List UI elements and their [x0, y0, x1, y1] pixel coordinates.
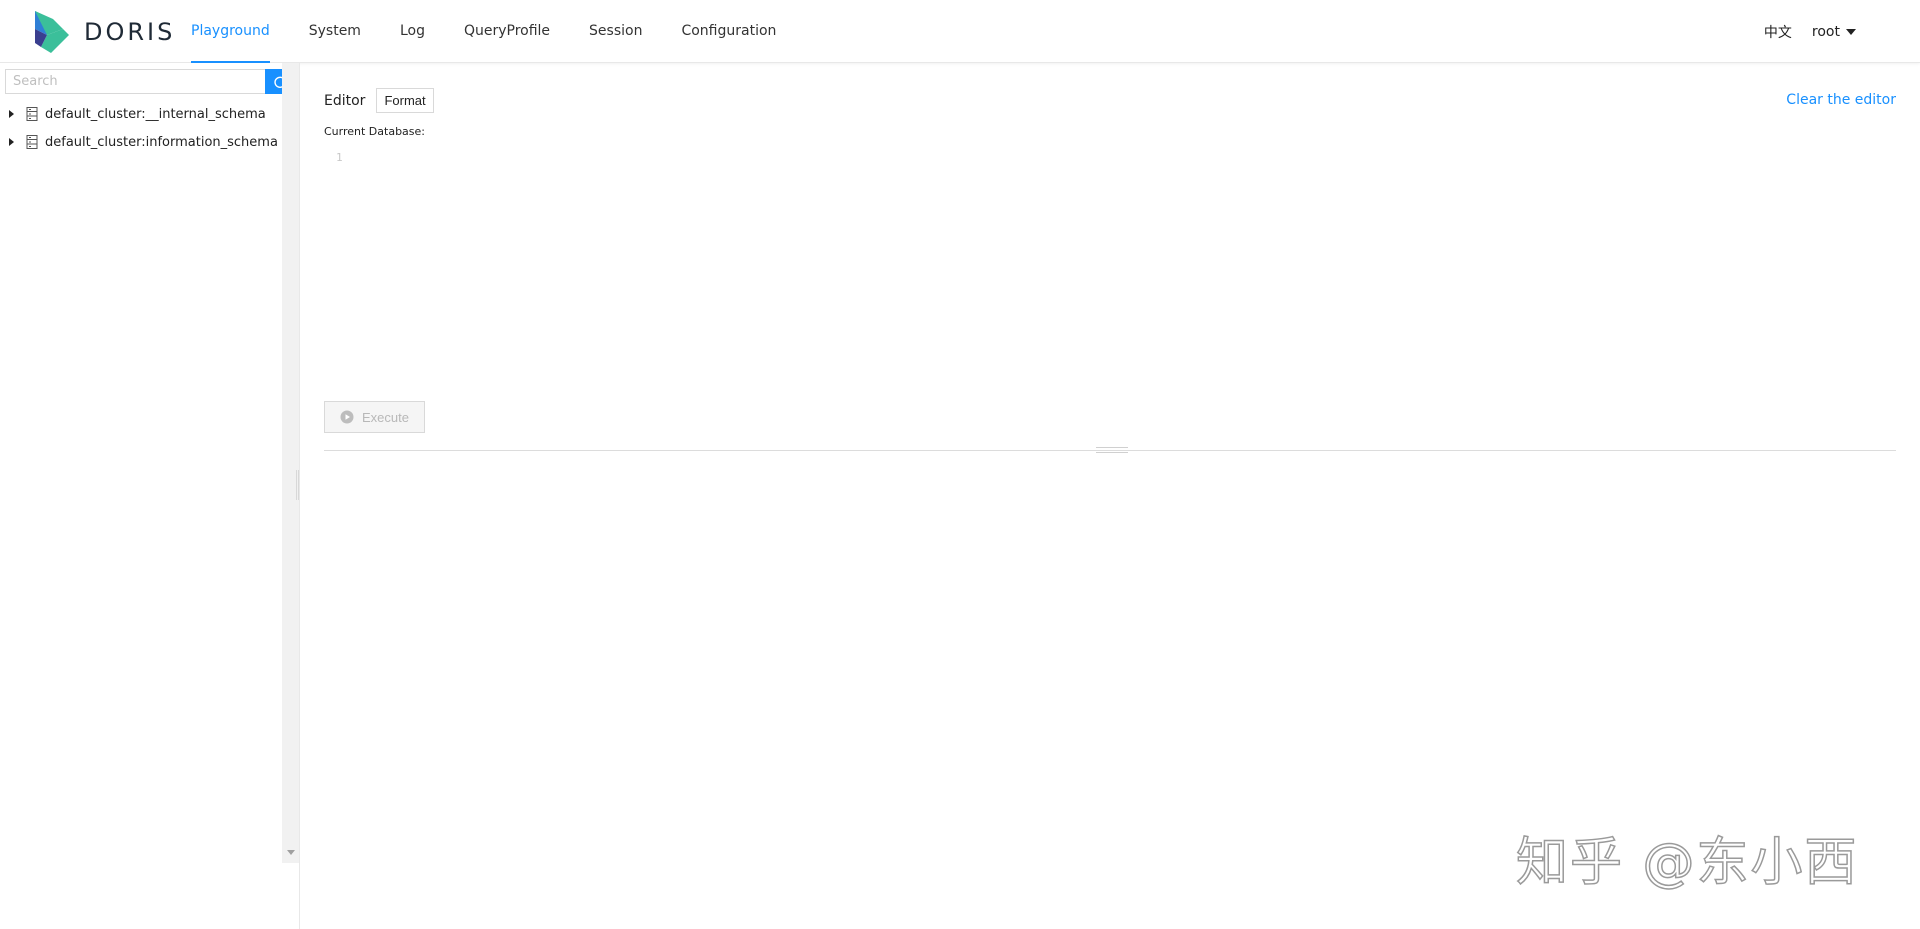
app-window: DORIS Playground System Log QueryProfile…	[0, 0, 1920, 929]
search-input[interactable]	[5, 69, 265, 94]
execute-button[interactable]: Execute	[324, 401, 425, 433]
expand-toggle[interactable]	[0, 138, 22, 146]
editor-toolbar: Editor Format	[324, 88, 434, 113]
playground-main: Editor Format Clear the editor Current D…	[300, 63, 1920, 929]
user-name: root	[1811, 23, 1840, 40]
clear-editor-link[interactable]: Clear the editor	[1786, 92, 1896, 108]
tree-node-label: default_cluster:information_schema	[45, 134, 278, 150]
play-circle-icon	[340, 410, 354, 424]
format-button[interactable]: Format	[376, 88, 434, 113]
sql-code-editor[interactable]: 1	[324, 151, 1896, 451]
scroll-down-icon[interactable]	[287, 850, 295, 855]
line-number: 1	[336, 151, 343, 164]
caret-down-icon	[1846, 28, 1856, 35]
nav-log[interactable]: Log	[400, 0, 425, 63]
database-tree: default_cluster:__internal_schema defaul…	[0, 100, 282, 156]
sidebar-scrollbar[interactable]	[282, 63, 299, 863]
current-database-label: Current Database:	[324, 125, 426, 138]
search-bar	[5, 69, 294, 94]
nav-system[interactable]: System	[309, 0, 361, 63]
tree-node-information-schema[interactable]: default_cluster:information_schema	[0, 128, 282, 156]
nav-configuration[interactable]: Configuration	[681, 0, 776, 63]
nav-playground[interactable]: Playground	[191, 0, 270, 63]
execute-label: Execute	[362, 409, 409, 425]
editor-label: Editor	[324, 92, 366, 109]
brand-name: DORIS	[84, 18, 176, 46]
nav-session[interactable]: Session	[589, 0, 642, 63]
nav-queryprofile[interactable]: QueryProfile	[464, 0, 550, 63]
tree-node-internal-schema[interactable]: default_cluster:__internal_schema	[0, 100, 282, 128]
user-menu[interactable]: root	[1812, 24, 1856, 40]
caret-right-icon	[8, 138, 14, 146]
doris-logo[interactable]: DORIS	[33, 9, 175, 55]
database-icon	[26, 135, 38, 149]
main-nav: Playground System Log QueryProfile Sessi…	[191, 0, 815, 63]
language-switch[interactable]: 中文	[1764, 22, 1792, 42]
expand-toggle[interactable]	[0, 110, 22, 118]
watermark: 知乎 @东小西	[1515, 832, 1859, 894]
database-sidebar: default_cluster:__internal_schema defaul…	[0, 63, 299, 929]
tree-node-label: default_cluster:__internal_schema	[45, 106, 266, 122]
caret-right-icon	[8, 110, 14, 118]
resize-grip[interactable]	[1096, 447, 1128, 453]
header-right: 中文 root	[1764, 0, 1856, 63]
doris-logo-icon	[35, 11, 69, 53]
database-icon	[26, 107, 38, 121]
top-header: DORIS Playground System Log QueryProfile…	[0, 0, 1920, 63]
splitter-grip[interactable]	[296, 470, 299, 500]
